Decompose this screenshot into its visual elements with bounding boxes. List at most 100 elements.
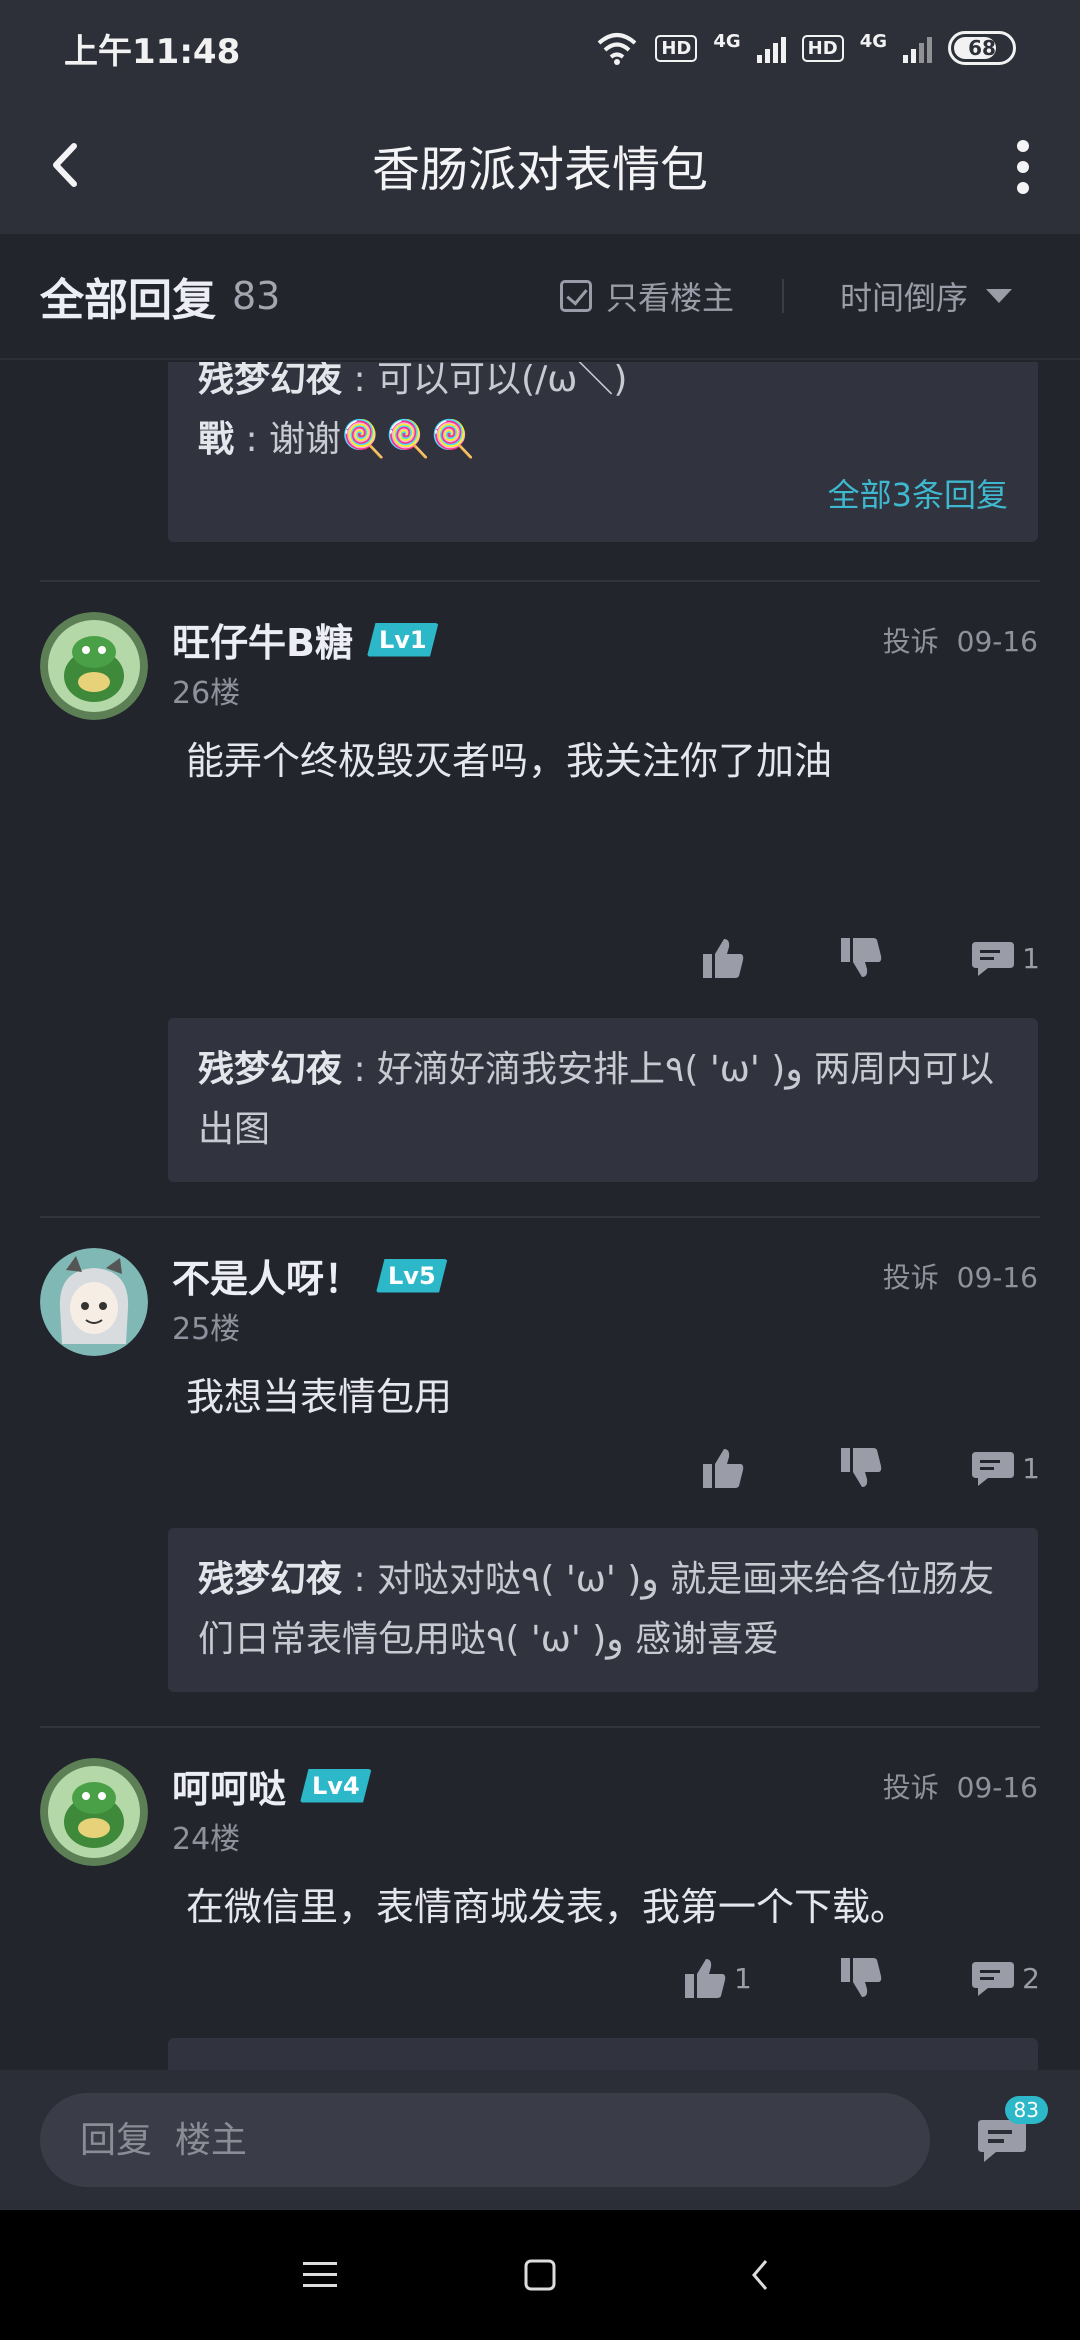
reply-filter-bar: 全部回复 83 只看楼主 时间倒序	[0, 234, 1080, 360]
post-meta: 投诉 09-16	[883, 1256, 1038, 1296]
username-row: 呵呵哒 Lv4	[172, 1758, 372, 1813]
comment-icon	[972, 1962, 1015, 1996]
report-link[interactable]: 投诉	[883, 1261, 939, 1294]
comment-count: 1	[1022, 941, 1040, 975]
comment-button[interactable]: 1	[970, 936, 1040, 980]
comment-count-badge: 83	[1004, 2096, 1048, 2124]
hd-badge: HD	[655, 34, 698, 62]
thumbs-up-icon	[703, 939, 744, 978]
comment-button[interactable]: 1	[970, 1446, 1040, 1490]
comment-count: 1	[1022, 1451, 1040, 1485]
avatar[interactable]	[40, 1248, 148, 1356]
wifi-icon	[598, 33, 637, 65]
post-actions: 1	[700, 936, 1040, 980]
comment-count: 2	[1022, 1961, 1040, 1995]
anime-girl-avatar-icon	[40, 1248, 148, 1356]
status-time: 上午11:48	[64, 31, 241, 72]
sub-reply: 残梦幻夜 : 可以可以(/ω＼)	[198, 362, 628, 400]
level-badge: Lv4	[300, 1768, 372, 1803]
report-link[interactable]: 投诉	[883, 1771, 939, 1804]
system-nav-bar	[0, 2210, 1080, 2340]
floor-number: 26楼	[172, 676, 241, 711]
signal-icon-2	[903, 33, 932, 63]
sub-reply-box[interactable]: 残梦幻夜 : 可以可以(/ω＼) 戰 : 谢谢🍭🍭🍭 全部3条回复	[168, 362, 1038, 542]
dinosaur-avatar-icon	[40, 612, 148, 720]
thumbs-down-icon	[841, 1958, 882, 1997]
network-type-2: 4G	[859, 31, 887, 52]
divider	[40, 1726, 1040, 1728]
comment-icon	[972, 942, 1015, 976]
page-title: 香肠派对表情包	[371, 142, 708, 198]
divider	[40, 580, 1040, 582]
report-link[interactable]: 投诉	[883, 625, 939, 658]
thumbs-up-icon	[685, 1959, 726, 1998]
username[interactable]: 不是人呀！	[172, 1248, 362, 1303]
reply-count: 83	[232, 274, 281, 318]
signal-icon	[756, 33, 786, 63]
floor-number: 24楼	[172, 1822, 241, 1857]
hd-badge-2: HD	[801, 34, 844, 62]
post-actions: 1 2	[685, 1956, 1040, 2000]
username[interactable]: 旺仔牛B糖	[172, 612, 353, 667]
comment-button[interactable]: 2	[970, 1956, 1040, 2000]
post-meta: 投诉 09-16	[883, 620, 1038, 660]
only-op-toggle[interactable]: 只看楼主	[560, 273, 734, 319]
back-icon[interactable]	[40, 130, 100, 200]
divider	[40, 1216, 1040, 1218]
home-icon[interactable]	[520, 2255, 560, 2295]
reply-bar: 83	[0, 2070, 1080, 2210]
dislike-button[interactable]	[838, 1956, 884, 2000]
thumbs-down-icon	[841, 938, 882, 977]
username[interactable]: 呵呵哒	[172, 1758, 286, 1813]
sort-order-dropdown[interactable]: 时间倒序	[840, 273, 1013, 319]
dropdown-arrow-icon	[986, 289, 1013, 303]
sort-order-label: 时间倒序	[840, 279, 969, 317]
post-date: 09-16	[956, 1771, 1038, 1804]
network-type: 4G	[713, 31, 741, 52]
only-op-label: 只看楼主	[606, 279, 735, 317]
like-button[interactable]	[700, 1446, 752, 1490]
avatar[interactable]	[40, 612, 148, 720]
divider	[782, 279, 784, 313]
post-actions: 1	[700, 1446, 1040, 1490]
floor-number: 25楼	[172, 1312, 241, 1347]
sub-reply: 戰 : 谢谢🍭🍭🍭	[198, 419, 476, 460]
sub-reply: 残梦幻夜 : 对哒对哒٩( 'ω' )و 就是画来给各位肠友们日常表情包用哒٩(…	[198, 1559, 995, 1660]
like-button[interactable]	[700, 936, 752, 980]
back-nav-icon[interactable]	[740, 2255, 780, 2295]
post-meta: 投诉 09-16	[883, 1766, 1038, 1806]
status-icons: HD 4G HD 4G 68	[595, 31, 1016, 65]
post-date: 09-16	[956, 1261, 1038, 1294]
thumbs-down-icon	[841, 1448, 882, 1487]
username-row: 旺仔牛B糖 Lv1	[172, 612, 439, 667]
reply-input[interactable]	[40, 2093, 930, 2187]
post-text: 能弄个终极毁灭者吗，我关注你了加油	[186, 739, 833, 783]
level-badge: Lv5	[376, 1258, 448, 1293]
post-text: 我想当表情包用	[186, 1375, 453, 1419]
dinosaur-avatar-icon	[40, 1758, 148, 1866]
post-date: 09-16	[956, 625, 1038, 658]
status-bar: 上午11:48 HD 4G HD 4G 68	[0, 0, 1080, 96]
menu-icon[interactable]	[300, 2255, 340, 2295]
title-bar: 香肠派对表情包	[0, 96, 1080, 234]
battery-level: 68	[968, 36, 996, 60]
dislike-button[interactable]	[838, 936, 884, 980]
level-badge: Lv1	[366, 622, 439, 657]
more-options-icon[interactable]	[1008, 132, 1038, 202]
checkbox-icon[interactable]	[560, 280, 592, 312]
sub-reply-box[interactable]: 残梦幻夜 : 好滴好滴我安排上٩( 'ω' )و 两周内可以出图	[168, 1018, 1038, 1182]
avatar[interactable]	[40, 1758, 148, 1866]
like-button[interactable]: 1	[682, 1956, 752, 2000]
view-all-replies-link[interactable]: 全部3条回复	[198, 470, 1008, 520]
dislike-button[interactable]	[838, 1446, 884, 1490]
reply-list: 残梦幻夜 : 可以可以(/ω＼) 戰 : 谢谢🍭🍭🍭 全部3条回复 旺仔牛B糖 …	[0, 362, 1080, 2070]
thumbs-up-icon	[703, 1449, 744, 1488]
like-count: 1	[734, 1961, 752, 1995]
sub-reply-box[interactable]: 残梦幻夜 : 对哒对哒٩( 'ω' )و 就是画来给各位肠友们日常表情包用哒٩(…	[168, 1528, 1038, 1692]
username-row: 不是人呀！ Lv5	[172, 1248, 448, 1303]
all-replies-label: 全部回复	[40, 275, 216, 326]
sub-reply-box[interactable]	[168, 2038, 1038, 2070]
sub-reply: 残梦幻夜 : 好滴好滴我安排上٩( 'ω' )و 两周内可以出图	[198, 1049, 995, 1150]
post-text: 在微信里，表情商城发表，我第一个下载。	[186, 1885, 909, 1929]
comment-icon	[972, 1452, 1015, 1486]
